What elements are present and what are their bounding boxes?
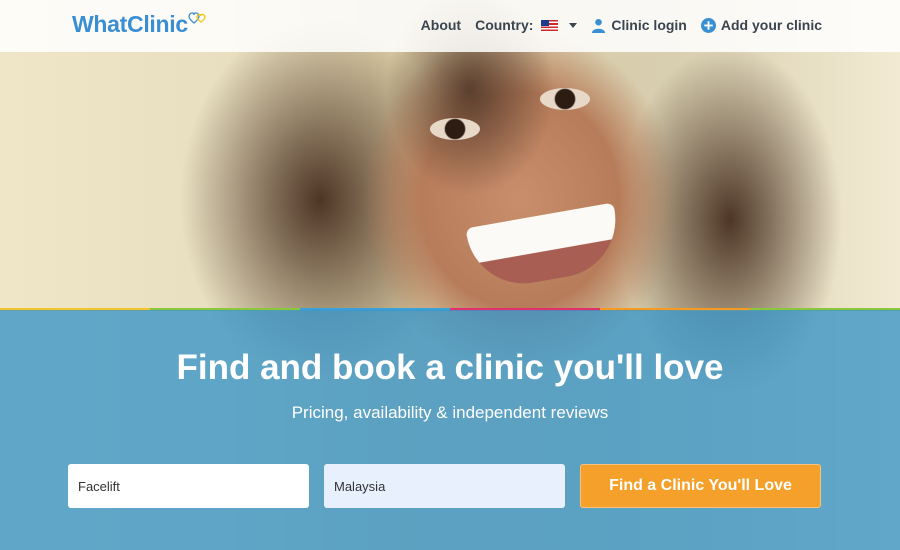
treatment-search-input[interactable] <box>68 464 309 508</box>
main-nav: About Country: Clinic login Add your cli… <box>421 0 822 50</box>
nav-about-link[interactable]: About <box>421 17 461 33</box>
plus-circle-icon <box>700 17 716 33</box>
hero-headline: Find and book a clinic you'll love <box>176 348 724 387</box>
hero-subheadline: Pricing, availability & independent revi… <box>291 403 609 422</box>
search-panel <box>0 310 900 550</box>
clinic-login-link[interactable]: Clinic login <box>591 17 687 33</box>
user-icon <box>592 18 606 33</box>
find-clinic-button[interactable]: Find a Clinic You'll Love <box>580 464 821 508</box>
country-label: Country: <box>475 17 534 33</box>
flag-malaysia-icon <box>541 19 559 31</box>
clinic-login-label: Clinic login <box>611 17 687 33</box>
hero-photo-smile <box>465 202 625 293</box>
chevron-down-icon <box>569 22 578 28</box>
country-selector[interactable]: Country: <box>475 17 578 33</box>
hero-photo-eye <box>540 88 590 110</box>
top-navigation-bar: WhatClinic About Country: Clinic login A… <box>0 0 900 52</box>
hero-photo-eye <box>430 118 480 140</box>
location-search-input[interactable] <box>324 464 565 508</box>
logo-hearts-icon <box>188 12 206 24</box>
add-clinic-link[interactable]: Add your clinic <box>700 17 822 33</box>
add-clinic-label: Add your clinic <box>720 17 822 33</box>
whatclinic-logo[interactable]: WhatClinic <box>72 11 188 38</box>
